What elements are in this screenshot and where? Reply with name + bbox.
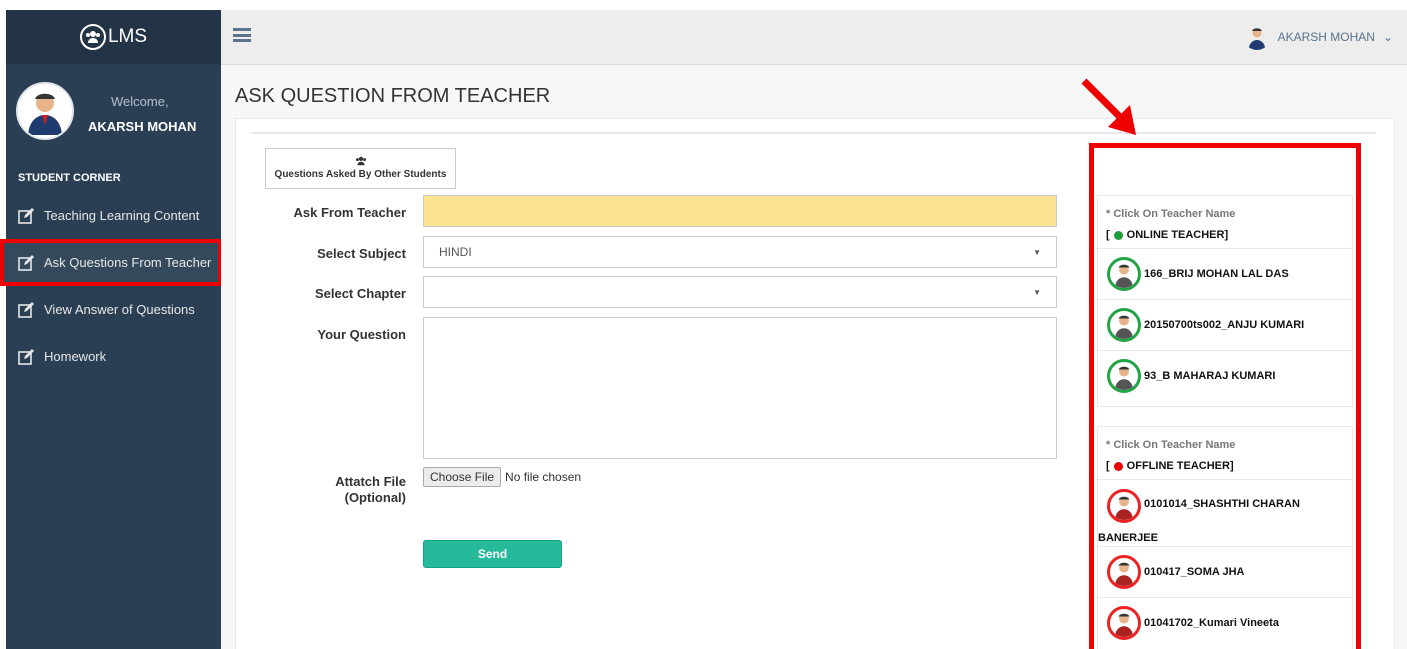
caret-down-icon: ▼ bbox=[1033, 287, 1041, 297]
your-question-label: Your Question bbox=[317, 327, 406, 342]
brand-name: LMS bbox=[107, 26, 148, 47]
chapter-select[interactable]: ▼ bbox=[423, 276, 1057, 308]
users-icon bbox=[79, 24, 106, 50]
sidebar-item-label: Teaching Learning Content bbox=[44, 208, 200, 223]
teacher-avatar bbox=[1107, 308, 1141, 342]
page-title: ASK QUESTION FROM TEACHER bbox=[235, 85, 551, 107]
teacher-name: 01041702_Kumari Vineeta bbox=[1144, 617, 1279, 629]
select-chapter-label: Select Chapter bbox=[314, 286, 406, 301]
offline-status: [ OFFLINE TEACHER] bbox=[1106, 460, 1234, 472]
offline-teachers-box: * Click On Teacher Name [ OFFLINE TEACHE… bbox=[1097, 426, 1353, 649]
teacher-name: 20150700ts002_ANJU KUMARI bbox=[1144, 319, 1305, 331]
sidebar-item-homework[interactable]: Homework bbox=[6, 333, 221, 380]
teacher-avatar bbox=[1107, 606, 1141, 640]
teacher-item[interactable]: 010417_SOMA JHA bbox=[1098, 546, 1352, 597]
teacher-item[interactable]: 166_BRIJ MOHAN LAL DAS bbox=[1098, 248, 1352, 299]
sidebar-item-teaching-learning-content[interactable]: Teaching Learning Content bbox=[6, 192, 221, 239]
user-menu[interactable]: AKARSH MOHAN ⌄ bbox=[1244, 24, 1393, 50]
select-subject-label: Select Subject bbox=[317, 246, 406, 261]
sidebar-item-ask-questions[interactable]: Ask Questions From Teacher bbox=[0, 239, 222, 286]
offline-dot-icon bbox=[1113, 461, 1123, 471]
users-icon bbox=[266, 156, 455, 169]
divider bbox=[251, 132, 1376, 134]
file-input: Choose File No file chosen bbox=[423, 467, 581, 487]
ask-from-teacher-field[interactable] bbox=[423, 195, 1057, 227]
teacher-avatar bbox=[1107, 555, 1141, 589]
red-arrow-annotation bbox=[1081, 78, 1136, 135]
user-menu-label: AKARSH MOHAN bbox=[1277, 30, 1375, 44]
teacher-name: 010417_SOMA JHA bbox=[1144, 566, 1245, 578]
user-name: AKARSH MOHAN bbox=[88, 119, 197, 134]
subject-select[interactable]: HINDI ▼ bbox=[423, 236, 1057, 268]
sidebar: LMS Welcome, AKARSH MOHAN STUDENT CORNER… bbox=[0, 10, 222, 649]
sidebar-item-label: View Answer of Questions bbox=[44, 302, 195, 317]
user-avatar bbox=[1244, 24, 1270, 50]
teacher-name: 0101014_SHASHTHI CHARAN bbox=[1144, 498, 1300, 510]
online-dot-icon bbox=[1113, 230, 1123, 240]
welcome-text: Welcome, bbox=[111, 94, 169, 109]
online-status: [ ONLINE TEACHER] bbox=[1106, 229, 1229, 241]
teacher-avatar bbox=[1107, 257, 1141, 291]
avatar bbox=[16, 82, 74, 140]
teacher-name-continued: BANERJEE bbox=[1098, 532, 1158, 544]
choose-file-button[interactable]: Choose File bbox=[423, 467, 502, 487]
teacher-item[interactable]: 01041702_Kumari Vineeta bbox=[1098, 597, 1352, 648]
sidebar-item-label: Homework bbox=[44, 349, 107, 364]
teacher-item[interactable]: 93_B MAHARAJ KUMARI bbox=[1098, 350, 1352, 401]
teacher-avatar bbox=[1107, 489, 1141, 523]
send-button[interactable]: Send bbox=[423, 540, 562, 568]
teacher-item[interactable]: 20150700ts002_ANJU KUMARI bbox=[1098, 299, 1352, 350]
teacher-item[interactable]: 0101014_SHASHTHI CHARAN BANERJEE bbox=[1098, 479, 1352, 546]
attach-file-label: Attatch File bbox=[335, 474, 406, 489]
ask-from-teacher-label: Ask From Teacher bbox=[293, 205, 406, 220]
question-textarea[interactable] bbox=[423, 317, 1057, 459]
edit-icon bbox=[18, 207, 34, 224]
teacher-panel: * Click On Teacher Name [ ONLINE TEACHER… bbox=[1089, 143, 1361, 649]
teacher-name: 166_BRIJ MOHAN LAL DAS bbox=[1144, 268, 1289, 280]
online-hint: * Click On Teacher Name bbox=[1106, 208, 1236, 220]
edit-icon bbox=[18, 301, 34, 318]
sidebar-item-view-answers[interactable]: View Answer of Questions bbox=[6, 286, 221, 333]
offline-hint: * Click On Teacher Name bbox=[1106, 439, 1236, 451]
teacher-avatar bbox=[1107, 359, 1141, 393]
other-students-questions-button[interactable]: Questions Asked By Other Students bbox=[265, 148, 456, 189]
edit-icon bbox=[18, 348, 34, 365]
profile: Welcome, AKARSH MOHAN bbox=[6, 64, 221, 160]
attach-file-optional-label: (Optional) bbox=[344, 490, 406, 505]
file-status: No file chosen bbox=[505, 470, 582, 484]
menu-toggle-icon[interactable] bbox=[233, 28, 251, 42]
other-students-questions-label: Questions Asked By Other Students bbox=[274, 169, 447, 180]
online-teachers-box: * Click On Teacher Name [ ONLINE TEACHER… bbox=[1097, 195, 1353, 407]
brand[interactable]: LMS bbox=[6, 10, 221, 64]
teacher-name: 93_B MAHARAJ KUMARI bbox=[1144, 370, 1276, 382]
subject-value: HINDI bbox=[439, 245, 472, 259]
caret-down-icon: ▼ bbox=[1033, 247, 1041, 257]
sidebar-item-label: Ask Questions From Teacher bbox=[44, 255, 212, 270]
edit-icon bbox=[18, 254, 34, 271]
section-title: STUDENT CORNER bbox=[18, 172, 121, 184]
chevron-down-icon: ⌄ bbox=[1382, 30, 1393, 44]
top-bar: AKARSH MOHAN ⌄ bbox=[221, 10, 1407, 65]
